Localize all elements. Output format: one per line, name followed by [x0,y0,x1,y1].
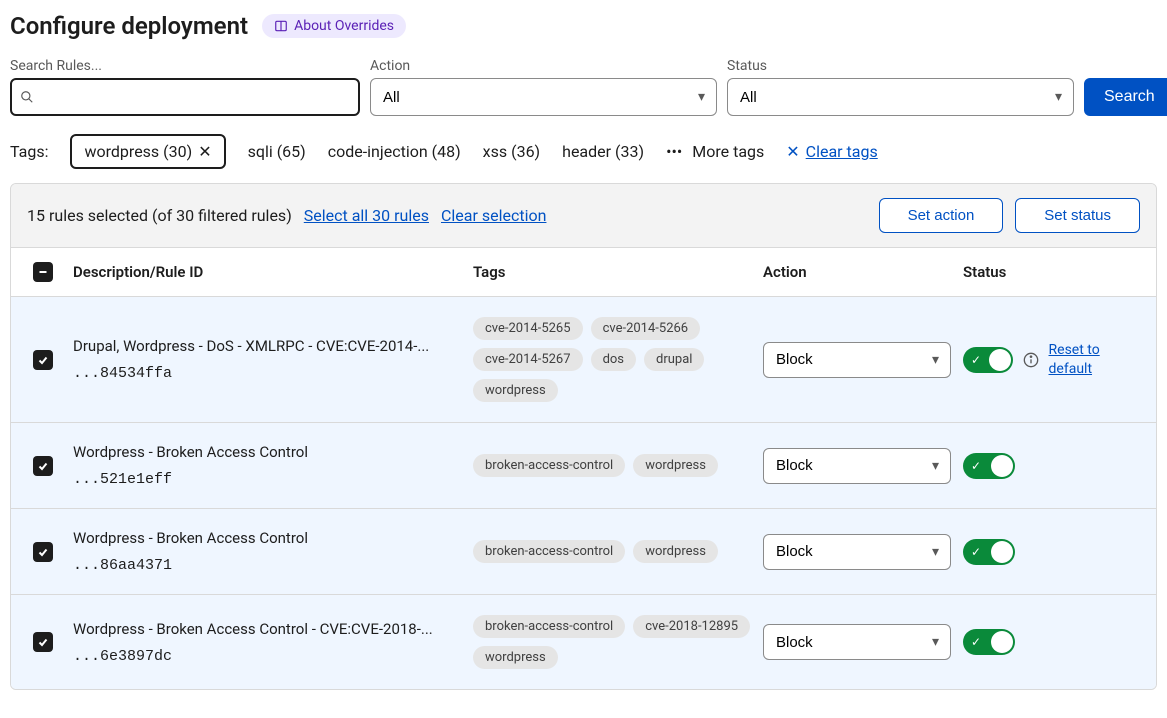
check-icon [37,636,49,648]
select-all-link[interactable]: Select all 30 rules [304,206,429,225]
tag-pill[interactable]: cve-2014-5267 [473,348,583,371]
rule-id: ...6e3897dc [73,648,461,665]
row-checkbox[interactable] [33,542,53,562]
rule-title: Drupal, Wordpress - DoS - XMLRPC - CVE:C… [73,337,461,355]
reset-to-default-link[interactable]: Reset to default [1049,341,1142,377]
tag-pill[interactable]: cve-2014-5265 [473,317,583,340]
row-checkbox[interactable] [33,456,53,476]
check-icon: ✓ [971,635,981,649]
tag-pill[interactable]: dos [591,348,636,371]
search-icon [20,90,34,104]
tag-pill[interactable]: broken-access-control [473,540,625,563]
status-filter-label: Status [727,58,1074,74]
tag-pill[interactable]: broken-access-control [473,615,625,638]
table-row: Wordpress - Broken Access Control ...521e… [11,422,1156,508]
status-filter-select[interactable]: All [727,78,1074,116]
check-icon [37,546,49,558]
action-filter-label: Action [370,58,717,74]
more-tags[interactable]: ••• More tags [666,142,764,161]
clear-tags-label: Clear tags [806,142,878,161]
rule-title: Wordpress - Broken Access Control [73,529,461,547]
status-toggle[interactable]: ✓ [963,453,1015,479]
rule-id: ...86aa4371 [73,557,461,574]
selection-summary: 15 rules selected (of 30 filtered rules) [27,206,292,225]
tag-option[interactable]: sqli (65) [248,142,306,161]
row-action-select[interactable]: Block [763,624,951,660]
status-toggle[interactable]: ✓ [963,539,1015,565]
search-input[interactable] [10,78,360,116]
tag-pill[interactable]: wordpress [473,379,558,402]
about-overrides-link[interactable]: About Overrides [262,14,406,38]
status-toggle[interactable]: ✓ [963,347,1013,373]
table-row: Wordpress - Broken Access Control ...86aa… [11,508,1156,594]
check-icon [37,460,49,472]
info-icon[interactable] [1023,352,1039,368]
set-status-button[interactable]: Set status [1015,198,1140,233]
check-icon: ✓ [971,459,981,473]
close-icon: ✕ [786,142,799,161]
rule-title: Wordpress - Broken Access Control [73,443,461,461]
table-row: Wordpress - Broken Access Control - CVE:… [11,594,1156,689]
book-icon [274,19,288,33]
col-description: Description/Rule ID [67,263,467,281]
check-icon: ✓ [971,353,981,367]
action-filter-select[interactable]: All [370,78,717,116]
col-tags: Tags [467,263,757,281]
indeterminate-icon [37,266,49,278]
search-label: Search Rules... [10,58,360,74]
active-tag-chip[interactable]: wordpress (30) ✕ [70,134,225,169]
search-button[interactable]: Search [1084,78,1167,116]
about-overrides-label: About Overrides [294,18,394,34]
col-action: Action [757,263,957,281]
tag-pill[interactable]: wordpress [633,540,718,563]
table-row: Drupal, Wordpress - DoS - XMLRPC - CVE:C… [11,296,1156,422]
col-status: Status [957,263,1148,281]
clear-selection-link[interactable]: Clear selection [441,206,546,225]
rule-id: ...521e1eff [73,471,461,488]
tag-pill[interactable]: cve-2014-5266 [591,317,701,340]
more-tags-label: More tags [692,142,764,161]
tag-pill[interactable]: drupal [644,348,704,371]
row-action-select[interactable]: Block [763,342,951,378]
clear-tags[interactable]: ✕ Clear tags [786,142,877,161]
rule-title: Wordpress - Broken Access Control - CVE:… [73,620,461,638]
tag-option[interactable]: header (33) [562,142,644,161]
tag-option[interactable]: xss (36) [483,142,540,161]
status-toggle[interactable]: ✓ [963,629,1015,655]
row-checkbox[interactable] [33,350,53,370]
tag-pill[interactable]: cve-2018-12895 [633,615,750,638]
set-action-button[interactable]: Set action [879,198,1004,233]
close-icon[interactable]: ✕ [198,142,211,161]
row-action-select[interactable]: Block [763,448,951,484]
tags-label: Tags: [10,142,48,161]
active-tag-label: wordpress (30) [84,142,192,161]
tag-option[interactable]: code-injection (48) [328,142,461,161]
tag-pill[interactable]: wordpress [633,454,718,477]
row-action-select[interactable]: Block [763,534,951,570]
select-all-checkbox[interactable] [33,262,53,282]
tag-pill[interactable]: wordpress [473,646,558,669]
ellipsis-icon: ••• [666,142,682,161]
row-checkbox[interactable] [33,632,53,652]
tag-pill[interactable]: broken-access-control [473,454,625,477]
page-title: Configure deployment [10,12,248,40]
check-icon [37,354,49,366]
rule-id: ...84534ffa [73,365,461,382]
check-icon: ✓ [971,545,981,559]
